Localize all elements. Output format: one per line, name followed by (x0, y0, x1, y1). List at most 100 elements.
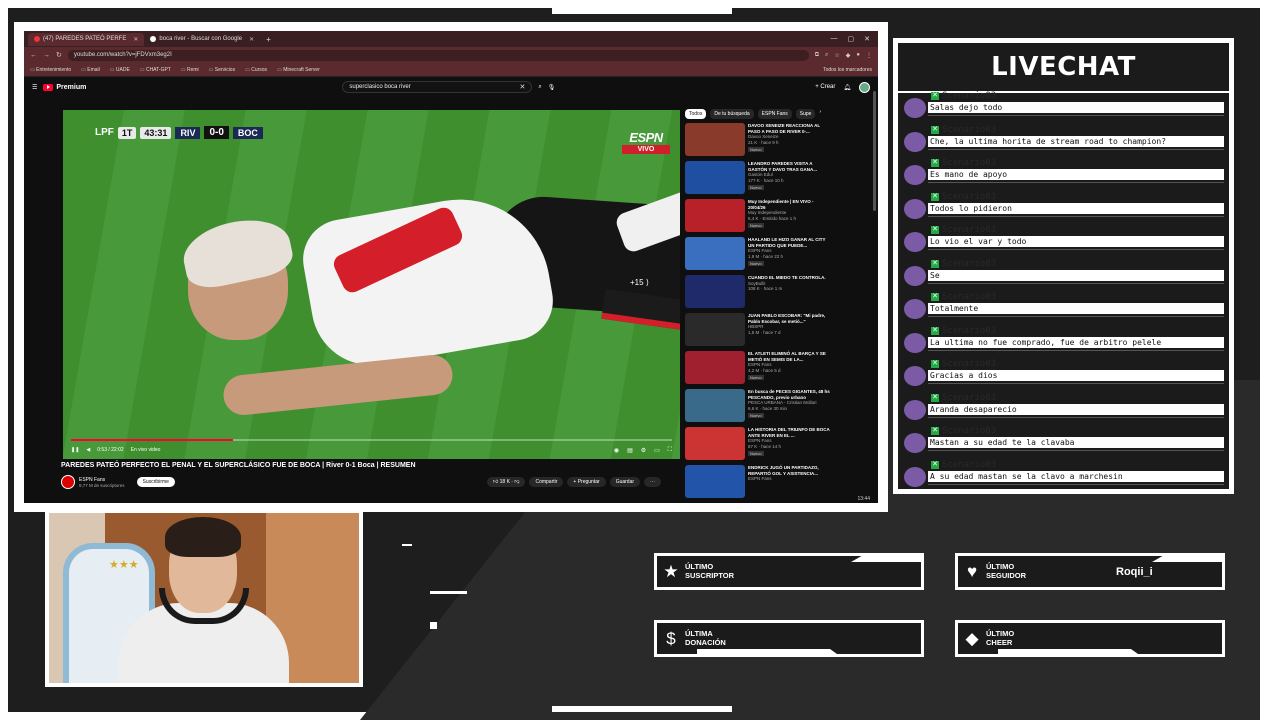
chat-text: A su edad mastan se la clavo a marchesin (928, 470, 1224, 482)
chip-channel[interactable]: ESPN Fans (757, 109, 792, 119)
chat-username: Scenario03 (942, 91, 997, 101)
chevron-right-icon[interactable]: › (819, 109, 821, 119)
video-thumbnail[interactable] (685, 427, 745, 460)
share-button[interactable]: Compartir (529, 477, 564, 487)
chip-from-search[interactable]: De tu búsqueda (710, 109, 754, 119)
fullscreen-icon[interactable]: ⛶ (668, 447, 672, 454)
scrollbar[interactable] (873, 91, 876, 211)
recommended-video[interactable]: HAALAND LE HIZO GANAR AL CITY UN PARTIDO… (685, 237, 831, 275)
like-button[interactable]: 👍︎ 18 K · 👎︎ (487, 477, 526, 487)
bookmark-item[interactable]: Entretenimiento (30, 67, 71, 73)
close-tab-icon[interactable]: ✕ (133, 36, 138, 43)
install-icon[interactable]: ⧉ (815, 52, 819, 59)
clear-search-icon[interactable]: ✕ (519, 83, 525, 91)
theater-mode-icon[interactable]: ▭ (654, 447, 660, 454)
rec-stats: 87 K · hace 14 h (748, 443, 782, 449)
save-button[interactable]: Guardar (609, 477, 641, 487)
video-thumbnail[interactable] (685, 161, 745, 194)
rec-title[interactable]: DAVOO XENEIZE REACCIONA AL PASO A PASO D… (748, 123, 831, 134)
bookmark-item[interactable]: Minecraft Server (277, 67, 320, 73)
zoom-icon[interactable]: ⌕ (825, 52, 828, 59)
rec-title[interactable]: En busca de PECES GIGANTES, 48 hs PESCAN… (748, 389, 831, 400)
bookmark-item[interactable]: Remi (181, 67, 199, 73)
video-player[interactable]: LPF 1T 43:31 RIV 0-0 BOC ESPN VIVO +15 ⟩… (63, 110, 680, 459)
more-actions-icon[interactable]: ⋯ (644, 477, 662, 487)
video-thumbnail[interactable] (685, 389, 745, 422)
hamburger-menu-icon[interactable]: ☰ (32, 84, 37, 91)
settings-gear-icon[interactable]: ⚙ (641, 447, 646, 454)
search-input[interactable]: superclasico boca river ✕ (342, 81, 533, 93)
video-thumbnail[interactable] (685, 465, 745, 498)
recommended-video[interactable]: ENDRICK JUGÓ UN PARTIDAZO, REPARTIÓ GOL … (685, 465, 831, 503)
bookmark-item[interactable]: CHAT-GPT (140, 67, 171, 73)
menu-icon[interactable]: ⋮ (866, 52, 872, 59)
voice-search-icon[interactable]: 🎙︎ (548, 84, 556, 91)
recommended-video[interactable]: JUAN PABLO ESCOBAR: "Mi padre, Pablo Esc… (685, 313, 831, 351)
recommended-video[interactable]: DAVOO XENEIZE REACCIONA AL PASO A PASO D… (685, 123, 831, 161)
chat-text: Mastan a su edad te la clavaba (928, 437, 1224, 448)
all-bookmarks-link[interactable]: Todos los marcadores (823, 67, 878, 73)
subscribe-button[interactable]: Suscribirme (136, 477, 175, 487)
subtitles-icon[interactable]: ▤ (627, 447, 633, 454)
live-badge: VIVO (622, 145, 670, 154)
video-thumbnail[interactable] (685, 313, 745, 346)
extension-icon[interactable]: ◆ (846, 52, 851, 59)
search-icon[interactable]: ⌕ (538, 84, 541, 91)
notifications-icon[interactable]: 🔔︎ (843, 84, 851, 91)
url-field[interactable]: youtube.com/watch?v=jFDVxm3eg2I (67, 49, 809, 61)
rec-title[interactable]: ENDRICK JUGÓ UN PARTIDAZO, REPARTIÓ GOL … (748, 465, 831, 476)
minimize-icon[interactable]: — (831, 35, 838, 43)
live-label[interactable]: En vivo video (131, 447, 161, 453)
pause-icon[interactable]: ❚❚ (71, 447, 79, 453)
recommended-video[interactable]: LEANDRO PAREDES VISITA A GASTÓN Y DAVO T… (685, 161, 831, 199)
video-thumbnail[interactable] (685, 351, 745, 384)
close-window-icon[interactable]: ✕ (864, 35, 870, 43)
rec-title[interactable]: LA HISTORIA DEL TRIUNFO DE BOCA ANTE RIV… (748, 427, 831, 438)
recommended-video[interactable]: EL ATLETI ELIMINÓ AL BARÇA Y SE METIÓ EN… (685, 351, 831, 389)
video-meta: HAALAND LE HIZO GANAR AL CITY UN PARTIDO… (748, 237, 831, 275)
youtube-logo[interactable]: Premium (43, 83, 86, 91)
rec-title[interactable]: LEANDRO PAREDES VISITA A GASTÓN Y DAVO T… (748, 161, 831, 172)
account-avatar[interactable] (859, 81, 870, 93)
match-clock: 43:31 (140, 126, 172, 139)
bookmark-item[interactable]: Servicios (209, 67, 235, 73)
browser-window: (47) PAREDES PATEÓ PERFE ✕ boca river - … (24, 31, 878, 503)
profile-icon[interactable]: ● (856, 52, 860, 58)
chat-username: Scenario03 (942, 191, 997, 202)
volume-icon[interactable]: ◀︎ (86, 447, 90, 453)
tab-google[interactable]: boca river - Buscar con Google ✕ (144, 33, 260, 46)
chat-divider (928, 182, 1224, 183)
rec-title[interactable]: Muy Independiente | EN VIVO - 20/04/26 (748, 199, 831, 210)
maximize-icon[interactable]: ▢ (848, 35, 855, 43)
channel-avatar[interactable] (61, 475, 75, 489)
recommended-video[interactable]: CUANDO EL MIEDO TE CONTROLA. SoyBullit 108… (685, 275, 831, 313)
bookmark-item[interactable]: Email (81, 67, 100, 73)
rec-title[interactable]: JUAN PABLO ESCOBAR: "Mi padre, Pablo Esc… (748, 313, 831, 324)
close-tab-icon[interactable]: ✕ (249, 36, 254, 43)
chip-more[interactable]: Supe (795, 109, 816, 119)
rec-title[interactable]: CUANDO EL MIEDO TE CONTROLA. (748, 275, 826, 281)
video-thumbnail[interactable] (685, 275, 745, 308)
rec-title[interactable]: HAALAND LE HIZO GANAR AL CITY UN PARTIDO… (748, 237, 831, 248)
new-tab-button[interactable]: + (260, 35, 277, 44)
chip-all[interactable]: Todos (685, 109, 707, 119)
autoplay-icon[interactable]: ◉ (614, 447, 619, 454)
back-icon[interactable]: ← (30, 52, 37, 59)
video-thumbnail[interactable] (685, 123, 745, 156)
progress-bar[interactable] (71, 439, 672, 441)
bookmark-item[interactable]: Cursos (245, 67, 267, 73)
tab-youtube[interactable]: (47) PAREDES PATEÓ PERFE ✕ (28, 32, 145, 46)
rec-title[interactable]: EL ATLETI ELIMINÓ AL BARÇA Y SE METIÓ EN… (748, 351, 831, 362)
create-button[interactable]: + Crear (815, 84, 835, 90)
video-thumbnail[interactable] (685, 199, 745, 232)
recommended-video[interactable]: En busca de PECES GIGANTES, 48 hs PESCAN… (685, 389, 831, 427)
reload-icon[interactable]: ↻ (56, 51, 62, 59)
video-thumbnail[interactable] (685, 237, 745, 270)
bookmark-star-icon[interactable]: ☆ (834, 52, 839, 59)
forward-icon[interactable]: → (43, 52, 50, 59)
recommended-video[interactable]: Muy Independiente | EN VIVO - 20/04/26 Mu… (685, 199, 831, 237)
bookmark-item[interactable]: UADE (110, 67, 130, 73)
recommended-video[interactable]: LA HISTORIA DEL TRIUNFO DE BOCA ANTE RIV… (685, 427, 831, 465)
chat-text: Es mano de apoyo (928, 169, 1224, 180)
ask-button[interactable]: + Preguntar (567, 477, 606, 487)
